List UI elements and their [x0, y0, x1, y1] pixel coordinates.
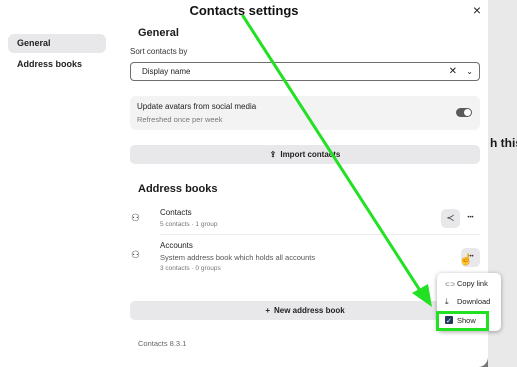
- address-books-heading: Address books: [138, 183, 218, 195]
- address-book-meta: 3 contacts · 0 groups: [160, 265, 221, 272]
- hand-cursor-icon: ☝: [459, 254, 473, 266]
- divider: [160, 234, 480, 235]
- people-plus-icon: ⚇: [131, 250, 140, 261]
- nav-item-general[interactable]: General: [8, 34, 106, 53]
- new-address-book-label: New address book: [273, 306, 345, 315]
- settings-dialog: Contacts settings × General Address book…: [0, 0, 488, 367]
- address-book-row[interactable]: ⚇ Accounts System address book which hol…: [130, 240, 480, 272]
- dialog-title: Contacts settings: [189, 3, 299, 18]
- general-heading: General: [138, 27, 179, 39]
- new-address-book-button[interactable]: + New address book: [130, 301, 480, 320]
- clear-icon[interactable]: ✕: [449, 63, 457, 80]
- plus-icon: +: [265, 306, 270, 315]
- menu-item-label: Copy link: [457, 279, 488, 288]
- chevron-down-icon[interactable]: ⌄: [466, 63, 473, 80]
- address-book-description: System address book which holds all acco…: [160, 253, 316, 262]
- version-label: Contacts 8.3.1: [138, 339, 187, 348]
- menu-item-copy-link[interactable]: ⊂⊃ Copy link: [437, 275, 501, 292]
- address-book-name: Contacts: [160, 208, 192, 217]
- upload-icon: ⇪: [269, 150, 277, 159]
- link-icon: ⊂⊃: [445, 282, 456, 288]
- avatar-setting-subtitle: Refreshed once per week: [137, 115, 223, 124]
- background-text: h this: [490, 136, 517, 150]
- avatar-setting-title: Update avatars from social media: [137, 102, 257, 111]
- sort-select-value: Display name: [142, 67, 191, 76]
- close-icon[interactable]: ×: [468, 1, 486, 19]
- menu-item-label: Download: [457, 297, 491, 306]
- download-icon: ⤓: [445, 297, 449, 306]
- nav-item-address-books[interactable]: Address books: [8, 55, 106, 74]
- import-contacts-button[interactable]: ⇪ Import contacts: [130, 145, 480, 164]
- people-plus-icon: ⚇: [131, 213, 140, 224]
- settings-nav: General Address books: [8, 34, 106, 76]
- more-icon[interactable]: •••: [461, 209, 480, 228]
- address-book-row[interactable]: ⚇ Contacts 5 contacts · 1 group ≺ •••: [130, 207, 480, 235]
- annotation-highlight-box: [436, 311, 489, 331]
- sort-select[interactable]: Display name ✕ ⌄: [130, 62, 480, 81]
- address-book-name: Accounts: [160, 241, 193, 250]
- share-icon[interactable]: ≺: [441, 209, 460, 228]
- sort-label: Sort contacts by: [130, 47, 188, 56]
- avatar-toggle[interactable]: [456, 108, 472, 117]
- import-contacts-label: Import contacts: [280, 150, 341, 159]
- menu-item-download[interactable]: ⤓ Download: [437, 293, 501, 310]
- address-book-meta: 5 contacts · 1 group: [160, 221, 218, 228]
- avatar-setting: Update avatars from social media Refresh…: [130, 96, 480, 130]
